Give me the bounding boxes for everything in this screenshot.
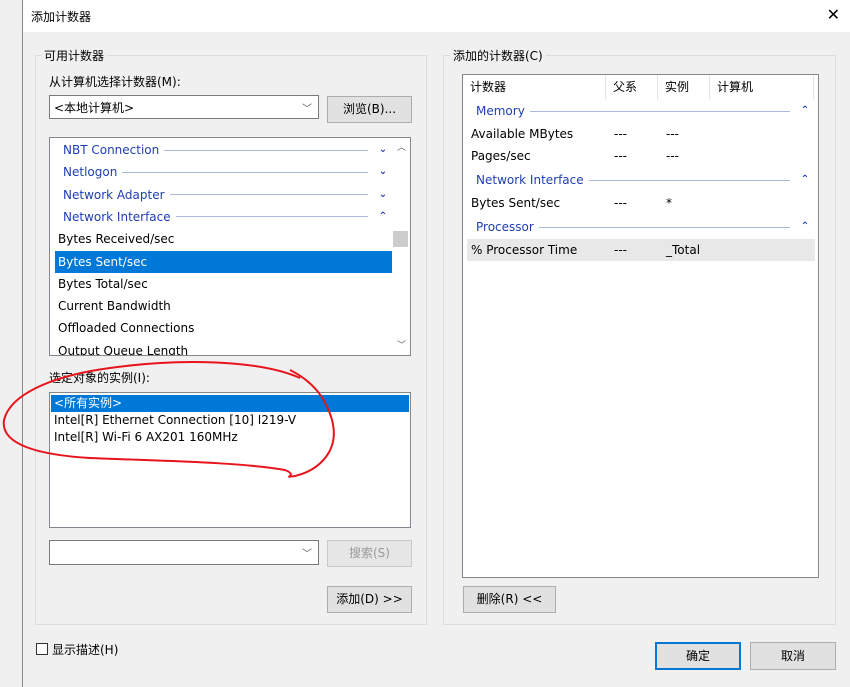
- chevron-down-icon: ﹀: [302, 104, 312, 115]
- cell: ---: [614, 196, 627, 210]
- cell: ---: [614, 149, 627, 163]
- browse-button[interactable]: 浏览(B)...: [327, 96, 412, 123]
- close-icon[interactable]: ✕: [827, 5, 840, 24]
- divider: [175, 216, 368, 218]
- added-group-label: 添加的计数器(C): [450, 47, 546, 64]
- cell: ---: [614, 243, 627, 257]
- cell: _Total: [666, 243, 701, 257]
- computer-label: 从计算机选择计数器(M):: [49, 75, 181, 89]
- column-header[interactable]: 父系: [606, 75, 658, 100]
- instance-item[interactable]: Intel[R] Ethernet Connection [10] I219-V: [51, 412, 409, 429]
- counter-list[interactable]: NBT Connection ⌄ Netlogon ⌄ Network Adapter ⌄…: [49, 137, 411, 356]
- counter-item[interactable]: Offloaded Connections: [55, 317, 392, 339]
- instance-item[interactable]: Intel[R] Wi-Fi 6 AX201 160MHz: [51, 429, 409, 446]
- remove-button[interactable]: 删除(R) <<: [463, 586, 556, 613]
- cell: ---: [614, 127, 627, 141]
- group-label: Memory: [476, 104, 525, 118]
- category-label: Network Interface: [63, 209, 171, 224]
- column-header[interactable]: 实例: [658, 75, 710, 100]
- added-group-header[interactable]: Processor ⌃: [476, 216, 810, 238]
- instances-list[interactable]: <所有实例> Intel[R] Ethernet Connection [10] …: [49, 392, 411, 528]
- counter-label: Output Queue Length: [58, 343, 189, 356]
- counter-item[interactable]: Output Queue Length: [55, 340, 392, 356]
- cell: Pages/sec: [471, 149, 531, 163]
- cell: ---: [666, 149, 679, 163]
- available-group-label: 可用计数器: [41, 47, 108, 64]
- scroll-down-icon[interactable]: ﹀: [397, 338, 406, 351]
- scroll-thumb[interactable]: [393, 231, 408, 247]
- add-button[interactable]: 添加(D) >>: [327, 586, 412, 613]
- counter-category[interactable]: Network Adapter ⌄: [63, 184, 388, 206]
- cell: Bytes Sent/sec: [471, 196, 561, 210]
- cell: Available MBytes: [471, 127, 574, 141]
- divider: [588, 179, 790, 181]
- counter-label: Bytes Sent/sec: [58, 254, 148, 269]
- chevron-up-icon[interactable]: ⌃: [800, 100, 810, 122]
- cell: ---: [666, 127, 679, 141]
- title-bar: 添加计数器 ✕: [23, 0, 850, 32]
- divider: [529, 110, 790, 112]
- chevron-down-icon: ﹀: [302, 549, 312, 560]
- search-button[interactable]: 搜索(S): [327, 540, 412, 567]
- divider: [169, 194, 368, 196]
- instance-item[interactable]: <所有实例>: [51, 395, 409, 412]
- counter-item[interactable]: Bytes Sent/sec: [55, 250, 392, 273]
- cell: *: [666, 196, 672, 210]
- cell: % Processor Time: [471, 243, 578, 257]
- added-counter-row[interactable]: Bytes Sent/sec --- *: [467, 192, 815, 214]
- added-counter-row[interactable]: % Processor Time --- _Total: [467, 239, 815, 261]
- column-header[interactable]: 计算机: [710, 75, 814, 100]
- counter-category[interactable]: NBT Connection ⌄: [63, 139, 388, 161]
- instances-label: 选定对象的实例(I):: [49, 371, 150, 385]
- counter-category[interactable]: Netlogon ⌄: [63, 161, 388, 183]
- added-group-header[interactable]: Memory ⌃: [476, 100, 810, 122]
- search-combo[interactable]: ﹀: [49, 540, 319, 565]
- added-group-header[interactable]: Network Interface ⌃: [476, 169, 810, 191]
- scroll-up-icon[interactable]: ︿: [397, 140, 406, 153]
- ok-button[interactable]: 确定: [655, 642, 741, 670]
- added-counter-row[interactable]: Pages/sec --- ---: [467, 145, 815, 167]
- column-header[interactable]: 计数器: [463, 75, 606, 100]
- chevron-up-icon[interactable]: ⌃: [800, 216, 810, 238]
- show-description-label[interactable]: 显示描述(H): [52, 641, 118, 658]
- cancel-button[interactable]: 取消: [750, 642, 836, 670]
- added-counters-table[interactable]: 计数器 父系 实例 计算机 Memory ⌃ Available MBytes --- ---…: [462, 74, 819, 578]
- added-counter-row[interactable]: Available MBytes --- ---: [467, 123, 815, 145]
- counter-label: Bytes Total/sec: [58, 276, 148, 291]
- chevron-up-icon[interactable]: ⌃: [800, 169, 810, 191]
- show-description-checkbox[interactable]: [36, 643, 48, 655]
- group-label: Processor: [476, 220, 534, 234]
- counter-label: Offloaded Connections: [58, 321, 195, 336]
- counter-item[interactable]: Current Bandwidth: [55, 295, 392, 317]
- counter-scrollbar[interactable]: ︿ ﹀: [393, 138, 410, 355]
- computer-combo[interactable]: <本地计算机> ﹀: [49, 95, 319, 119]
- computer-value: <本地计算机>: [54, 101, 135, 115]
- category-label: NBT Connection: [63, 143, 160, 157]
- divider: [122, 171, 368, 173]
- chevron-down-icon[interactable]: ⌄: [378, 161, 388, 183]
- counter-item[interactable]: Bytes Received/sec: [55, 228, 392, 250]
- counter-category[interactable]: Network Interface ⌃: [63, 206, 388, 228]
- divider: [538, 226, 790, 228]
- chevron-down-icon[interactable]: ⌄: [378, 184, 388, 206]
- group-label: Network Interface: [476, 173, 584, 187]
- counter-label: Current Bandwidth: [58, 299, 171, 314]
- chevron-down-icon[interactable]: ⌄: [378, 139, 388, 161]
- category-label: Network Adapter: [63, 187, 165, 202]
- dialog-title: 添加计数器: [31, 10, 92, 24]
- counter-label: Bytes Received/sec: [58, 232, 175, 247]
- category-label: Netlogon: [63, 165, 118, 180]
- chevron-up-icon[interactable]: ⌃: [378, 206, 388, 228]
- counter-item[interactable]: Bytes Total/sec: [55, 273, 392, 295]
- divider: [164, 149, 368, 151]
